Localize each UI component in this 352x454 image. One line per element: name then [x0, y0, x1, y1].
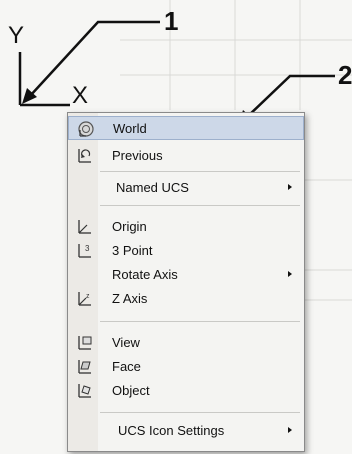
- menu-item-rotate-axis-label: Rotate Axis: [112, 267, 178, 282]
- menu-separator: [100, 205, 300, 206]
- menu-item-world[interactable]: World: [68, 116, 304, 140]
- menu-item-face-label: Face: [112, 359, 141, 374]
- submenu-arrow-icon: [288, 271, 292, 277]
- menu-separator: [100, 171, 300, 172]
- ucs-context-menu: World Previous Named UCS Origin 3 3 Poin…: [67, 112, 305, 452]
- menu-item-z-axis-label: Z Axis: [112, 291, 148, 306]
- menu-item-3-point[interactable]: 3 3 Point: [68, 239, 304, 263]
- menu-item-previous[interactable]: Previous: [68, 144, 304, 168]
- submenu-arrow-icon: [288, 184, 292, 190]
- menu-item-origin[interactable]: Origin: [68, 215, 304, 239]
- menu-item-named-ucs[interactable]: Named UCS: [68, 176, 304, 200]
- menu-item-view[interactable]: View: [68, 331, 304, 355]
- menu-separator: [100, 321, 300, 322]
- ucs-face-icon: [78, 360, 91, 374]
- menu-item-ucs-icon-settings[interactable]: UCS Icon Settings: [68, 419, 304, 443]
- menu-item-face[interactable]: Face: [68, 355, 304, 379]
- ucs-3point-icon: 3: [78, 244, 91, 258]
- menu-item-ucs-icon-settings-label: UCS Icon Settings: [118, 423, 225, 438]
- submenu-arrow-icon: [288, 427, 292, 433]
- menu-item-z-axis[interactable]: z Z Axis: [68, 287, 304, 311]
- callout-1-leader: [29, 20, 160, 97]
- ucs-view-icon: [78, 336, 92, 350]
- ucs-origin-icon: [78, 220, 91, 234]
- menu-item-named-ucs-label: Named UCS: [116, 180, 189, 195]
- callout-number-2: 2: [338, 60, 352, 90]
- ucs-previous-icon: [78, 149, 91, 163]
- ucs-y-label: Y: [8, 22, 25, 49]
- ucs-object-icon: [78, 384, 91, 398]
- svg-text:3: 3: [85, 244, 90, 253]
- menu-item-view-label: View: [112, 335, 140, 350]
- callout-number-1: 1: [164, 6, 179, 36]
- menu-item-world-label: World: [113, 121, 147, 136]
- ucs-world-icon: [78, 121, 94, 137]
- menu-separator: [100, 412, 300, 413]
- ucs-zaxis-icon: z: [78, 292, 91, 306]
- menu-item-object[interactable]: Object: [68, 379, 304, 403]
- menu-item-rotate-axis[interactable]: Rotate Axis: [68, 263, 304, 287]
- menu-item-object-label: Object: [112, 383, 150, 398]
- svg-text:z: z: [86, 293, 90, 300]
- menu-item-3-point-label: 3 Point: [112, 243, 153, 258]
- menu-item-previous-label: Previous: [112, 148, 163, 163]
- menu-item-origin-label: Origin: [112, 219, 147, 234]
- ucs-x-label: X: [72, 82, 89, 109]
